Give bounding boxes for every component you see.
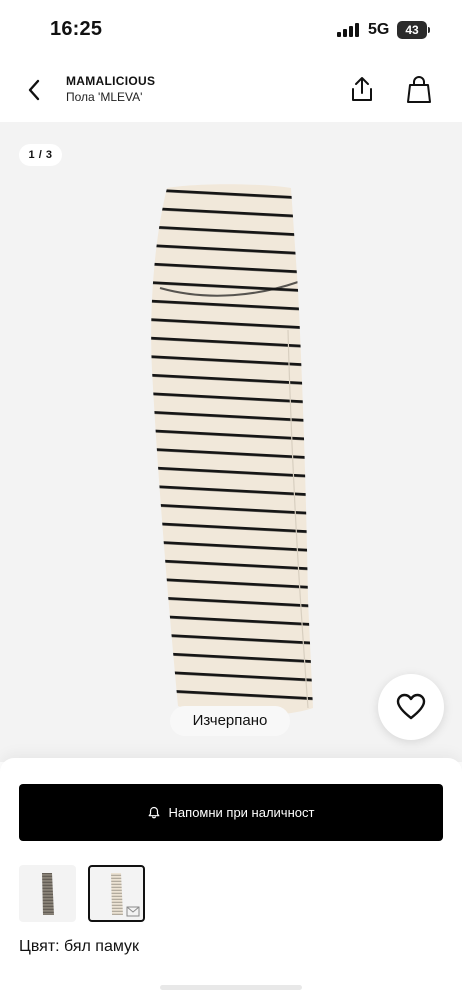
purchase-panel: Напомни при наличност Цвят: бял памук (0, 758, 462, 999)
chevron-left-icon (28, 79, 40, 101)
variant-thumbnail-white[interactable] (88, 865, 145, 922)
color-label: Цвят: бял памук (19, 938, 140, 955)
back-button[interactable] (18, 74, 50, 106)
shopping-bag-button[interactable] (402, 71, 436, 107)
signal-icon (337, 23, 359, 37)
availability-badge: Изчерпано (170, 706, 290, 736)
product-header: MAMALICIOUS Пола 'MLEVA' (0, 62, 462, 120)
notify-button-label: Напомни при наличност (168, 805, 315, 820)
shopping-bag-icon (407, 76, 431, 103)
battery-level: 43 (405, 23, 419, 37)
wishlist-button[interactable] (378, 674, 444, 740)
product-image[interactable] (140, 180, 326, 722)
product-title: Пола 'MLEVA' (66, 90, 143, 104)
network-type: 5G (368, 21, 390, 38)
battery-icon: 43 (397, 21, 430, 39)
variant-thumbnail-grey[interactable] (19, 865, 76, 922)
heart-icon (396, 693, 426, 720)
share-icon (352, 77, 372, 101)
gallery-page-indicator: 1 / 3 (19, 144, 62, 166)
status-bar: 16:25 5G 43 (0, 0, 462, 62)
product-gallery[interactable]: 1 / 3 Изчерпано (0, 122, 462, 762)
reminder-mail-icon (126, 906, 140, 917)
home-indicator (160, 985, 302, 990)
brand-name[interactable]: MAMALICIOUS (66, 74, 155, 88)
status-time: 16:25 (50, 18, 103, 40)
share-button[interactable] (346, 72, 378, 106)
grey-skirt-thumbnail (42, 873, 54, 915)
bell-icon (148, 806, 160, 819)
notify-when-available-button[interactable]: Напомни при наличност (19, 784, 443, 841)
